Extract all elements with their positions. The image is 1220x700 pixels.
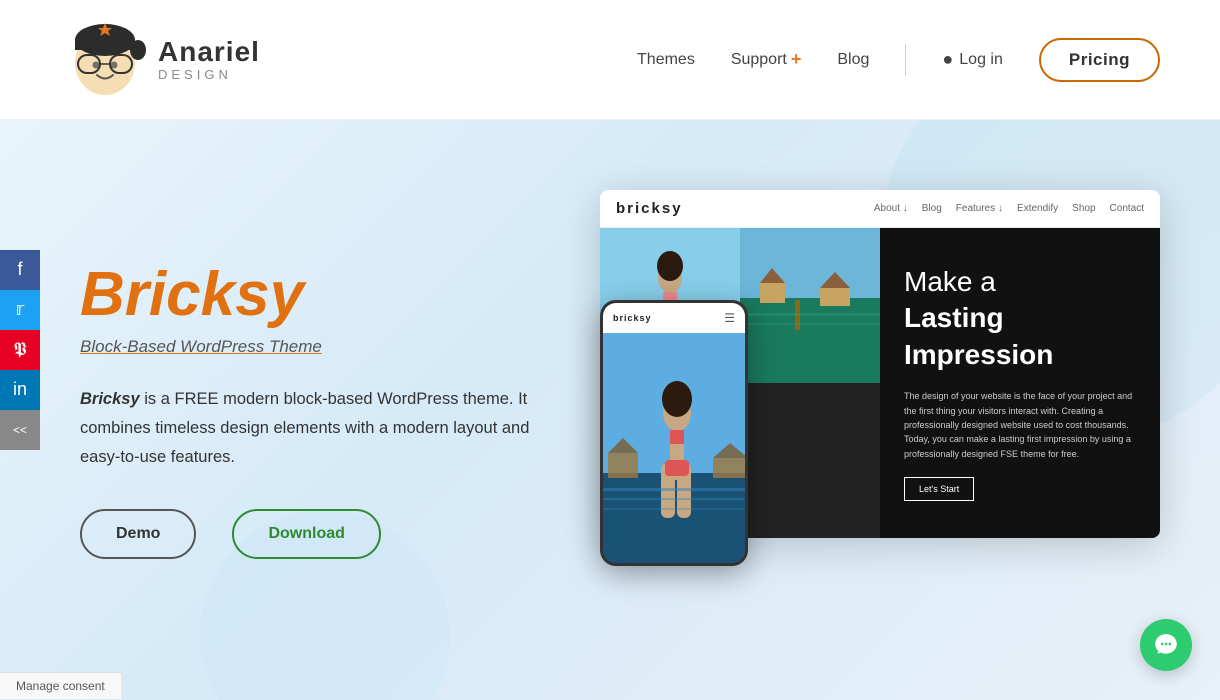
chat-button[interactable] [1140, 619, 1192, 671]
linkedin-button[interactable]: in [0, 370, 40, 410]
mobile-logo: bricksy [613, 313, 652, 323]
pinterest-button[interactable]: 𝕻 [0, 330, 40, 370]
hero-brand-name: Bricksy [80, 390, 140, 408]
nav-blog[interactable]: Blog [837, 51, 869, 69]
pinterest-icon: 𝕻 [14, 339, 27, 360]
collapse-button[interactable]: << [0, 410, 40, 450]
desktop-topbar: bricksy About ↓ Blog Features ↓ Extendif… [600, 190, 1160, 228]
demo-button[interactable]: Demo [80, 509, 196, 559]
mockup-logo: bricksy [616, 200, 683, 217]
support-plus-icon: + [791, 49, 802, 70]
mockup-body: The design of your website is the face o… [904, 389, 1136, 461]
mobile-mockup: bricksy ☰ [600, 300, 748, 566]
mockup-cta-button[interactable]: Let's Start [904, 477, 974, 501]
hero-content: Bricksy Block-Based WordPress Theme Bric… [80, 261, 560, 560]
logo-brand: Anariel [158, 38, 260, 66]
site-header: Anariel DESIGN Themes Support + Blog ● L… [0, 0, 1220, 120]
consent-label: Manage consent [16, 679, 105, 693]
twitter-icon: 𝕣 [16, 299, 25, 320]
twitter-button[interactable]: 𝕣 [0, 290, 40, 330]
desktop-hero-text: Make a Lasting Impression The design of … [880, 228, 1160, 538]
mobile-topbar: bricksy ☰ [603, 303, 745, 333]
linkedin-icon: in [13, 379, 27, 400]
download-button[interactable]: Download [232, 509, 380, 559]
tropical-svg [740, 228, 880, 383]
logo-text: Anariel DESIGN [158, 38, 260, 81]
img-tropical [740, 228, 880, 383]
nav-support[interactable]: Support + [731, 49, 802, 70]
login-button[interactable]: ● Log in [942, 49, 1002, 70]
nav-divider [905, 44, 906, 76]
pricing-button[interactable]: Pricing [1039, 38, 1160, 82]
facebook-icon: f [17, 259, 22, 280]
logo-tagline: DESIGN [158, 68, 260, 81]
logo-icon [60, 15, 150, 105]
hero-buttons: Demo Download [80, 509, 560, 559]
main-nav: Themes Support + Blog ● Log in Pricing [637, 38, 1160, 82]
logo[interactable]: Anariel DESIGN [60, 15, 260, 105]
mockup-tagline: Make a Lasting Impression [904, 264, 1136, 373]
chat-icon [1153, 632, 1179, 658]
nav-themes[interactable]: Themes [637, 51, 695, 69]
hero-description: Bricksy is a FREE modern block-based Wor… [80, 385, 560, 472]
social-sidebar: f 𝕣 𝕻 in << [0, 250, 40, 450]
hero-section: Bricksy Block-Based WordPress Theme Bric… [0, 120, 1220, 700]
consent-bar[interactable]: Manage consent [0, 672, 121, 699]
hamburger-icon: ☰ [724, 311, 735, 325]
hero-subtitle: Block-Based WordPress Theme [80, 337, 560, 357]
mobile-hero-area [603, 333, 745, 563]
mobile-hero-svg [603, 333, 745, 563]
hero-mockup: bricksy About ↓ Blog Features ↓ Extendif… [560, 190, 1160, 630]
hero-title: Bricksy [80, 261, 560, 329]
user-icon: ● [942, 49, 953, 70]
facebook-button[interactable]: f [0, 250, 40, 290]
collapse-icon: << [13, 423, 27, 437]
img-empty [740, 383, 880, 538]
mockup-nav: About ↓ Blog Features ↓ Extendify Shop C… [874, 203, 1144, 214]
